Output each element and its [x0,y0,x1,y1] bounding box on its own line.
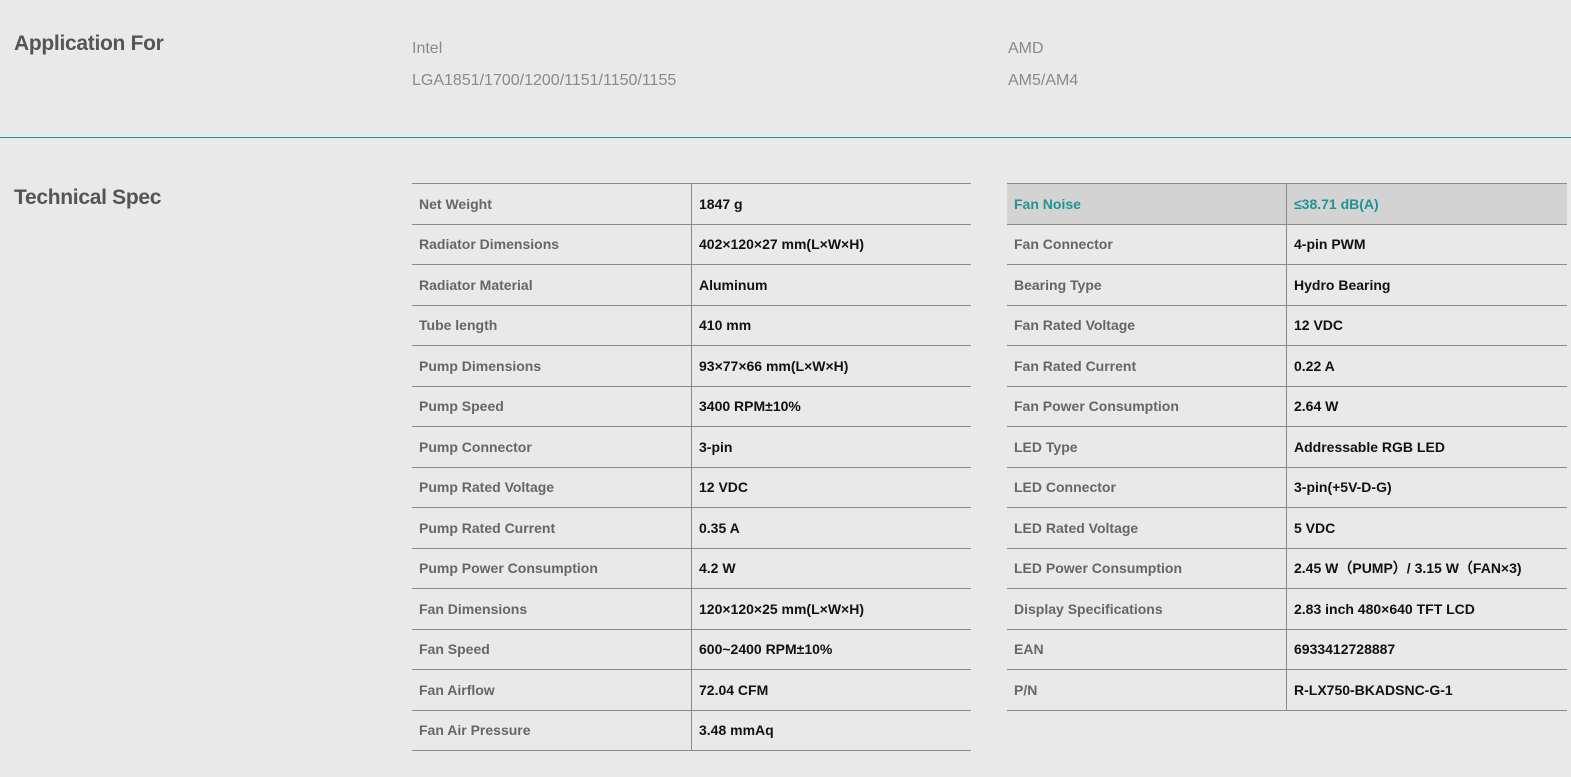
spec-row: Pump Speed 3400 RPM±10% [412,386,971,427]
spec-label: LED Power Consumption [1007,548,1287,589]
spec-label: Fan Rated Voltage [1007,305,1287,346]
spec-value: Addressable RGB LED [1286,426,1567,468]
spec-label: Fan Dimensions [412,588,692,630]
spec-value: 12 VDC [691,467,971,508]
spec-row: LED Power Consumption 2.45 W（PUMP）/ 3.15 … [1007,548,1567,589]
spec-label: Pump Dimensions [412,345,692,387]
spec-label: Pump Connector [412,426,692,468]
spec-row: Pump Connector 3-pin [412,426,971,468]
spec-value: 3-pin(+5V-D-G) [1286,467,1567,508]
spec-value: 12 VDC [1286,305,1567,346]
spec-label: Pump Power Consumption [412,548,692,589]
application-amd: AMD AM5/AM4 [1008,40,1078,90]
spec-label: LED Connector [1007,467,1287,508]
spec-label: Fan Power Consumption [1007,386,1287,427]
spec-label: Tube length [412,305,692,346]
technical-spec-title: Technical Spec [14,186,162,209]
spec-value: 600~2400 RPM±10% [691,629,971,670]
spec-value: 0.35 A [691,507,971,549]
spec-value: 93×77×66 mm(L×W×H) [691,345,971,387]
spec-value: 5 VDC [1286,507,1567,549]
spec-row: Fan Speed 600~2400 RPM±10% [412,629,971,670]
spec-row: Tube length 410 mm [412,305,971,346]
spec-value: 3400 RPM±10% [691,386,971,427]
application-title: Application For [14,32,164,55]
amd-label: AMD [1008,40,1044,57]
spec-row: Fan Air Pressure 3.48 mmAq [412,710,971,751]
spec-value: 402×120×27 mm(L×W×H) [691,224,971,265]
spec-label: Fan Speed [412,629,692,670]
spec-row: Fan Airflow 72.04 CFM [412,669,971,711]
spec-row: Fan Power Consumption 2.64 W [1007,386,1567,427]
intel-label: Intel [412,40,443,57]
spec-value: Aluminum [691,264,971,306]
spec-label: Fan Connector [1007,224,1287,265]
spec-label: Pump Rated Current [412,507,692,549]
spec-label: Fan Noise [1007,183,1287,225]
spec-value: 3.48 mmAq [691,710,971,751]
spec-value: 120×120×25 mm(L×W×H) [691,588,971,630]
spec-row: LED Connector 3-pin(+5V-D-G) [1007,467,1567,508]
spec-label: P/N [1007,669,1287,711]
spec-row: Display Specifications 2.83 inch 480×640 … [1007,588,1567,630]
spec-row: Fan Rated Current 0.22 A [1007,345,1567,387]
spec-value: 6933412728887 [1286,629,1567,670]
spec-row: Bearing Type Hydro Bearing [1007,264,1567,306]
spec-label: LED Rated Voltage [1007,507,1287,549]
spec-row: Fan Rated Voltage 12 VDC [1007,305,1567,346]
application-intel: Intel LGA1851/1700/1200/1151/1150/1155 [412,40,676,90]
spec-row: Pump Power Consumption 4.2 W [412,548,971,589]
spec-row: Radiator Material Aluminum [412,264,971,306]
spec-label: Display Specifications [1007,588,1287,630]
amd-sockets: AM5/AM4 [1008,72,1079,89]
spec-value: 2.83 inch 480×640 TFT LCD [1286,588,1567,630]
spec-label: Radiator Material [412,264,692,306]
spec-value: 72.04 CFM [691,669,971,711]
spec-label: Net Weight [412,183,692,225]
spec-row: P/N R-LX750-BKADSNC-G-1 [1007,669,1567,711]
spec-table-left: Net Weight 1847 g Radiator Dimensions 402×1… [412,183,971,751]
spec-label: EAN [1007,629,1287,670]
spec-value: 4-pin PWM [1286,224,1567,265]
spec-label: Pump Rated Voltage [412,467,692,508]
spec-row: Fan Dimensions 120×120×25 mm(L×W×H) [412,588,971,630]
spec-value: 2.45 W（PUMP）/ 3.15 W（FAN×3) [1286,548,1567,589]
spec-label: Bearing Type [1007,264,1287,306]
spec-value: ≤38.71 dB(A) [1286,183,1567,225]
spec-value: R-LX750-BKADSNC-G-1 [1286,669,1567,711]
spec-label: LED Type [1007,426,1287,468]
spec-row: EAN 6933412728887 [1007,629,1567,670]
spec-row: Net Weight 1847 g [412,183,971,225]
spec-value: 410 mm [691,305,971,346]
spec-row: Fan Noise ≤38.71 dB(A) [1007,183,1567,225]
spec-label: Fan Rated Current [1007,345,1287,387]
spec-label: Radiator Dimensions [412,224,692,265]
spec-row: LED Rated Voltage 5 VDC [1007,507,1567,549]
section-divider [0,137,1571,138]
spec-value: 3-pin [691,426,971,468]
spec-row: Fan Connector 4-pin PWM [1007,224,1567,265]
intel-sockets: LGA1851/1700/1200/1151/1150/1155 [412,72,677,89]
spec-value: 0.22 A [1286,345,1567,387]
spec-label: Pump Speed [412,386,692,427]
spec-table-right: Fan Noise ≤38.71 dB(A) Fan Connector 4-pin … [1007,183,1567,711]
spec-row: LED Type Addressable RGB LED [1007,426,1567,468]
spec-value: 1847 g [691,183,971,225]
spec-row: Pump Rated Voltage 12 VDC [412,467,971,508]
spec-value: 2.64 W [1286,386,1567,427]
spec-value: 4.2 W [691,548,971,589]
spec-label: Fan Air Pressure [412,710,692,751]
spec-row: Radiator Dimensions 402×120×27 mm(L×W×H) [412,224,971,265]
spec-label: Fan Airflow [412,669,692,711]
spec-row: Pump Dimensions 93×77×66 mm(L×W×H) [412,345,971,387]
spec-row: Pump Rated Current 0.35 A [412,507,971,549]
spec-value: Hydro Bearing [1286,264,1567,306]
